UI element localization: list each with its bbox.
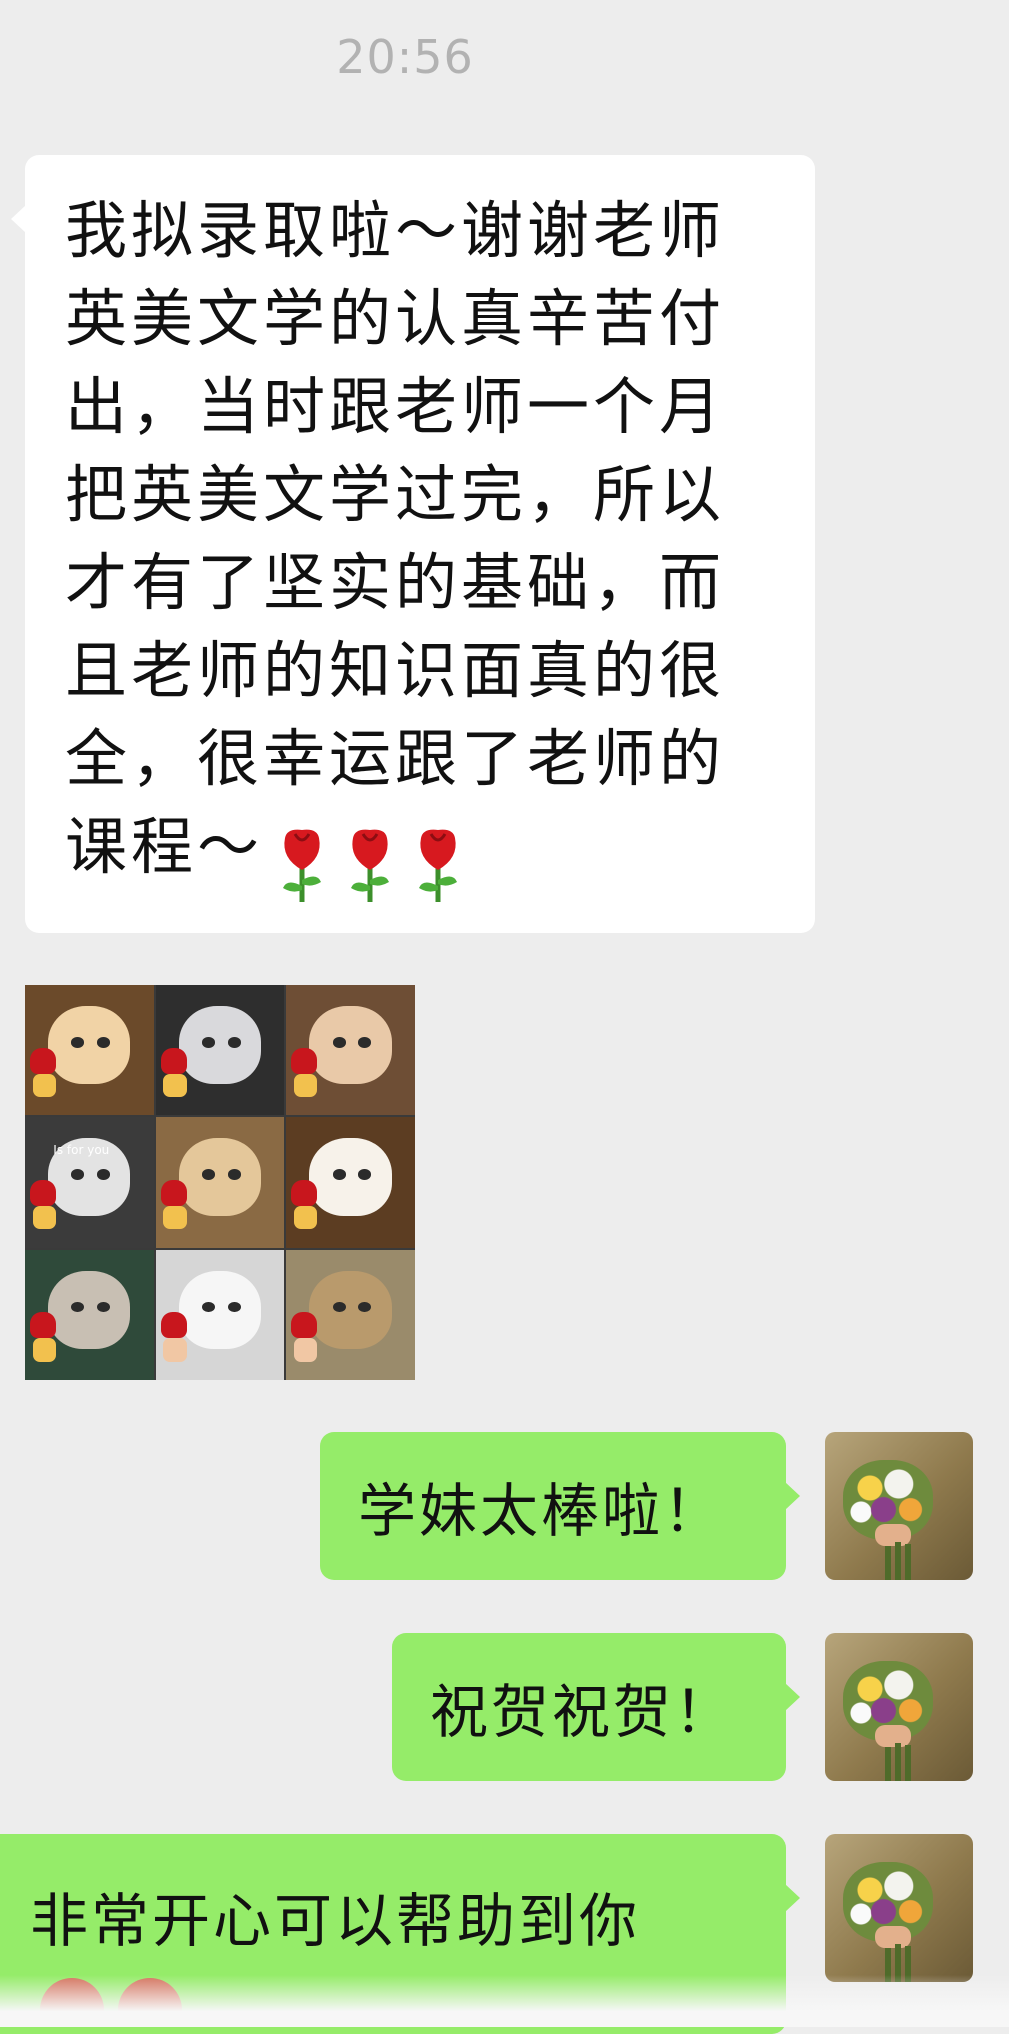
- sticker-caption: Is for you: [53, 1143, 110, 1158]
- outgoing-message-bubble[interactable]: 祝贺祝贺！: [392, 1633, 800, 1781]
- rose-emoji-group: [263, 829, 467, 902]
- sticker-cell: [286, 1117, 415, 1248]
- sticker-cell: Is for you: [25, 1117, 154, 1248]
- sticker-cell: [286, 1249, 415, 1380]
- outgoing-message-text: 非常开心可以帮助到你: [30, 1887, 641, 1955]
- user-avatar[interactable]: [825, 1633, 973, 1781]
- cats-with-roses-sticker[interactable]: Is for you: [25, 985, 415, 1380]
- sticker-cell: [25, 985, 154, 1116]
- rose-emoji-icon: [351, 829, 390, 902]
- sticker-cell: [155, 985, 285, 1116]
- incoming-message-bubble[interactable]: 我拟录取啦～谢谢老师英美文学的认真辛苦付出，当时跟老师一个月把英美文学过完，所以…: [11, 155, 815, 933]
- incoming-message-text: 我拟录取啦～谢谢老师英美文学的认真辛苦付出，当时跟老师一个月把英美文学过完，所以…: [65, 194, 726, 883]
- rose-emoji-icon: [283, 829, 322, 902]
- timestamp: 20:56: [336, 30, 474, 84]
- sticker-cell: [155, 1249, 285, 1380]
- user-avatar[interactable]: [825, 1834, 973, 1982]
- rose-emoji-icon: [419, 829, 458, 902]
- sticker-cell: [25, 1249, 154, 1380]
- bottom-fade: [0, 1975, 1009, 2027]
- sticker-cell: [286, 985, 415, 1116]
- outgoing-message-text: 学妹太棒啦！: [358, 1477, 725, 1545]
- outgoing-message-text: 祝贺祝贺！: [430, 1678, 736, 1746]
- sticker-cell: [155, 1117, 285, 1248]
- outgoing-message-bubble[interactable]: 学妹太棒啦！: [320, 1432, 800, 1580]
- user-avatar[interactable]: [825, 1432, 973, 1580]
